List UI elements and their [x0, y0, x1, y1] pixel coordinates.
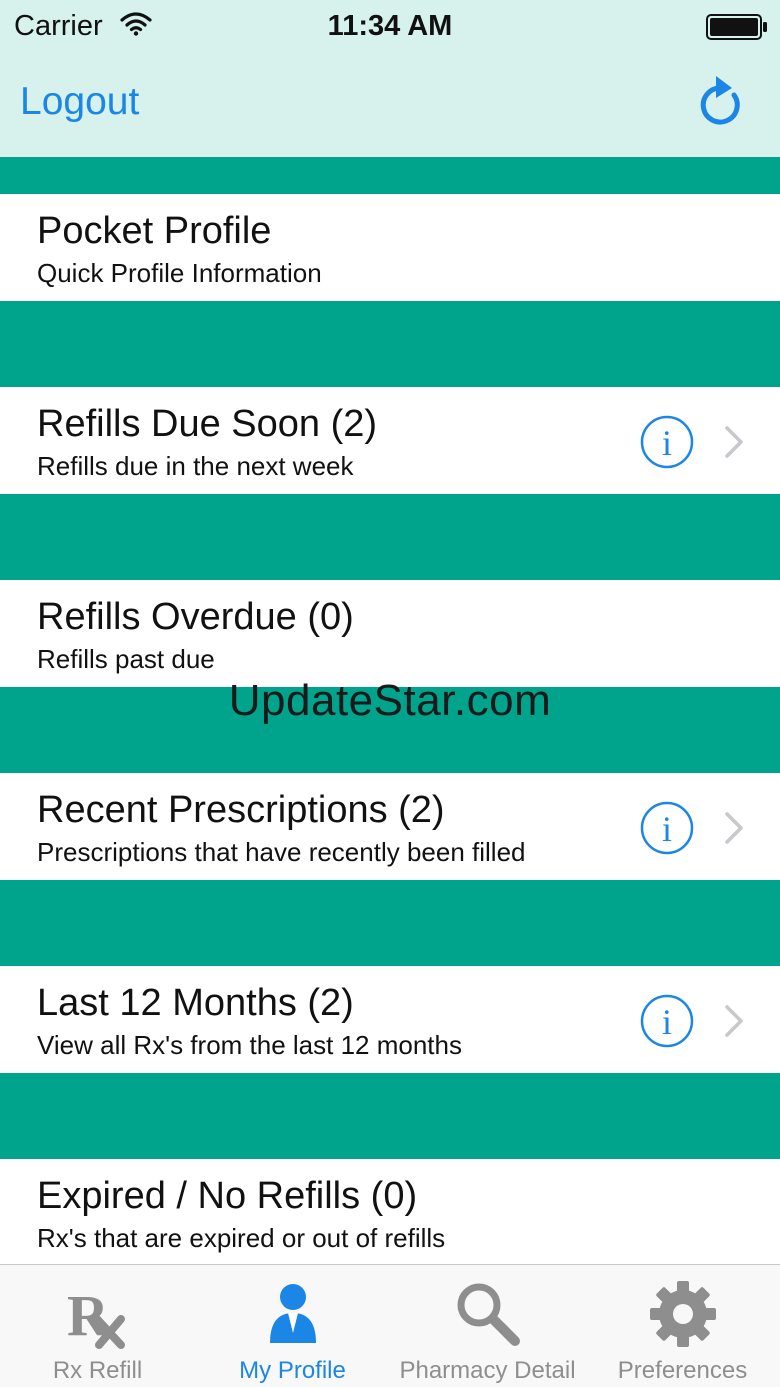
gear-icon	[649, 1281, 716, 1347]
tab-label: My Profile	[239, 1357, 346, 1384]
header: Carrier 11:34 AM Logout	[0, 0, 780, 157]
tab-label: Pharmacy Detail	[399, 1357, 576, 1384]
tab-my-profile[interactable]: My Profile	[195, 1265, 390, 1387]
app-root: Carrier 11:34 AM Logout Pocket Profile Qu…	[0, 0, 780, 1387]
chevron-right-icon	[725, 1005, 743, 1037]
battery-icon	[706, 14, 767, 40]
list-row-last-12-months-2[interactable]: Last 12 Months (2) View all Rx's from the…	[0, 966, 780, 1073]
list-row-recent-prescriptions-2[interactable]: Recent Prescriptions (2) Prescriptions th…	[0, 773, 780, 880]
row-subtitle: Refills due in the next week	[37, 451, 354, 481]
chevron-right-icon	[725, 426, 743, 458]
row-title: Refills Due Soon (2)	[37, 403, 378, 445]
row-title: Recent Prescriptions (2)	[37, 789, 445, 831]
nav-bar: Logout	[0, 56, 780, 157]
row-subtitle: Refills past due	[37, 644, 215, 674]
tab-bar: R Rx Refill My Profile Pharmacy Detail P…	[0, 1264, 780, 1387]
status-bar: Carrier 11:34 AM	[0, 0, 780, 56]
svg-text:i: i	[662, 809, 672, 849]
svg-text:i: i	[662, 423, 672, 463]
row-subtitle: Prescriptions that have recently been fi…	[37, 837, 526, 867]
list-row-refills-due-soon-2[interactable]: Refills Due Soon (2) Refills due in the n…	[0, 387, 780, 494]
row-title: Pocket Profile	[37, 210, 272, 252]
svg-text:i: i	[662, 1002, 672, 1042]
list-row-pocket-profile[interactable]: Pocket Profile Quick Profile Information	[0, 194, 780, 301]
rx-icon: R	[67, 1283, 125, 1349]
status-time: 11:34 AM	[327, 10, 453, 42]
row-title: Expired / No Refills (0)	[37, 1175, 418, 1217]
tab-label: Preferences	[617, 1357, 748, 1384]
chevron-right-icon	[725, 812, 743, 844]
row-subtitle: Rx's that are expired or out of refills	[37, 1223, 446, 1253]
row-subtitle: View all Rx's from the last 12 months	[37, 1030, 462, 1060]
menu-list: Pocket Profile Quick Profile Information R…	[0, 157, 780, 1264]
refresh-icon[interactable]	[694, 74, 746, 130]
search-icon	[457, 1283, 520, 1346]
tab-rx-refill[interactable]: R Rx Refill	[0, 1265, 195, 1387]
list-row-expired-no-refills-0[interactable]: Expired / No Refills (0) Rx's that are ex…	[0, 1159, 780, 1264]
row-subtitle: Quick Profile Information	[37, 258, 322, 288]
list-row-refills-overdue-0[interactable]: Refills Overdue (0) Refills past due	[0, 580, 780, 687]
row-title: Refills Overdue (0)	[37, 596, 354, 638]
tab-pharmacy-detail[interactable]: Pharmacy Detail	[390, 1265, 585, 1387]
tab-preferences[interactable]: Preferences	[585, 1265, 780, 1387]
profile-icon	[269, 1284, 316, 1343]
logout-button[interactable]: Logout	[20, 80, 139, 124]
tab-label: Rx Refill	[52, 1357, 143, 1384]
row-title: Last 12 Months (2)	[37, 982, 354, 1024]
info-icon[interactable]: i	[640, 801, 694, 855]
info-icon[interactable]: i	[640, 994, 694, 1048]
info-icon[interactable]: i	[640, 415, 694, 469]
